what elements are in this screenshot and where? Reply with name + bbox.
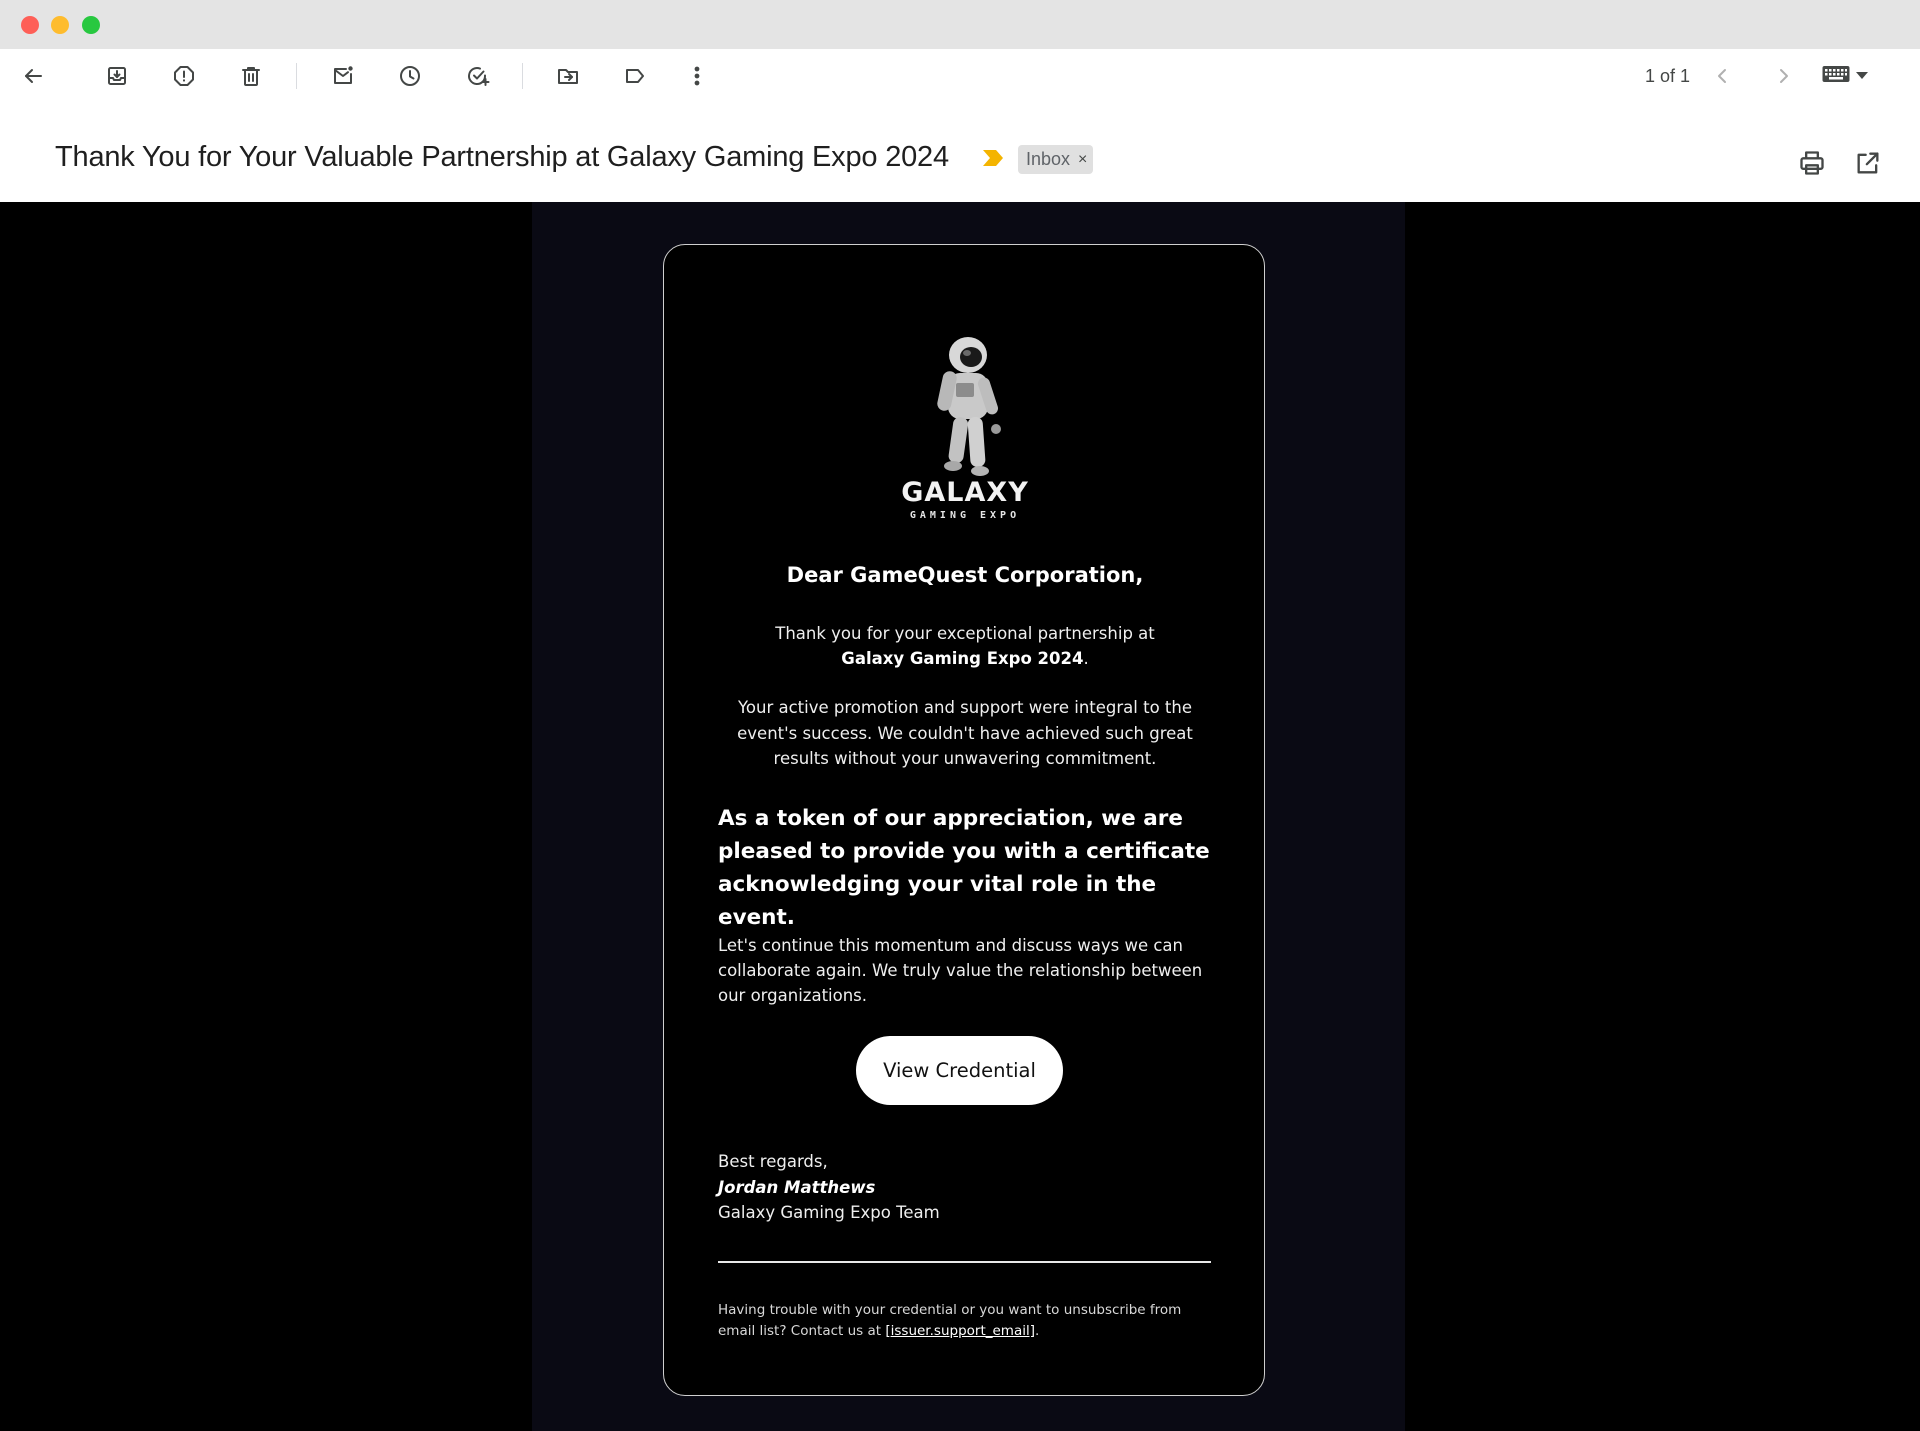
- email-body: GALAXY GAMING EXPO Dear GameQuest Corpor…: [0, 202, 1920, 1431]
- delete-icon[interactable]: [236, 61, 266, 91]
- view-credential-button[interactable]: View Credential: [856, 1036, 1063, 1105]
- close-window-button[interactable]: [21, 16, 39, 34]
- maximize-window-button[interactable]: [82, 16, 100, 34]
- support-email-link[interactable]: [issuer.support_email]: [885, 1323, 1035, 1339]
- window-titlebar: [0, 0, 1920, 49]
- pagination-count: 1 of 1: [1644, 66, 1690, 86]
- intro-paragraph: Thank you for your exceptional partnersh…: [714, 621, 1216, 671]
- galaxy-expo-logo: GALAXY GAMING EXPO: [664, 331, 1266, 521]
- back-arrow-icon[interactable]: [18, 61, 48, 91]
- archive-icon[interactable]: [102, 61, 132, 91]
- toolbar-separator: [296, 63, 297, 89]
- older-chevron-right-icon[interactable]: [1768, 61, 1798, 91]
- keyboard-icon: [1822, 65, 1850, 88]
- logo-subtitle: GAMING EXPO: [909, 510, 1021, 521]
- footer-end: .: [1035, 1323, 1040, 1339]
- print-icon[interactable]: [1798, 149, 1828, 179]
- mark-unread-icon[interactable]: [328, 61, 358, 91]
- report-spam-icon[interactable]: [169, 61, 199, 91]
- label-chip-text: Inbox: [1026, 149, 1071, 169]
- label-icon[interactable]: [620, 61, 650, 91]
- signature-block: Best regards, Jordan Matthews Galaxy Gam…: [718, 1149, 940, 1226]
- email-footer: Having trouble with your credential or y…: [718, 1300, 1218, 1342]
- email-subject: Thank You for Your Valuable Partnership …: [55, 141, 949, 173]
- inbox-label-chip: Inbox ×: [1018, 145, 1094, 174]
- importance-marker-icon[interactable]: [982, 149, 1004, 167]
- minimize-window-button[interactable]: [51, 16, 69, 34]
- collaboration-paragraph: Let's continue this momentum and discuss…: [718, 936, 1203, 1005]
- event-name: Galaxy Gaming Expo 2024: [841, 649, 1084, 668]
- email-toolbar: 1 of 1: [0, 49, 1920, 103]
- astronaut-icon: [937, 337, 1001, 476]
- newer-chevron-left-icon[interactable]: [1708, 61, 1738, 91]
- toolbar-separator: [522, 63, 523, 89]
- logo-title: GALAXY: [901, 477, 1029, 508]
- appreciation-highlight: As a token of our appreciation, we are p…: [718, 806, 1210, 930]
- email-card: GALAXY GAMING EXPO Dear GameQuest Corpor…: [663, 244, 1265, 1396]
- subject-header: Thank You for Your Valuable Partnership …: [0, 103, 1920, 202]
- dropdown-caret-icon: [1856, 67, 1868, 85]
- footer-divider: [718, 1261, 1211, 1263]
- input-tools-button[interactable]: [1822, 61, 1878, 91]
- sender-name: Jordan Matthews: [718, 1177, 876, 1197]
- email-greeting: Dear GameQuest Corporation,: [786, 563, 1144, 587]
- add-task-icon[interactable]: [463, 61, 493, 91]
- sender-team: Galaxy Gaming Expo Team: [718, 1203, 940, 1222]
- move-to-icon[interactable]: [553, 61, 583, 91]
- intro-end: .: [1083, 649, 1089, 668]
- email-content-column: GALAXY GAMING EXPO Dear GameQuest Corpor…: [532, 202, 1405, 1431]
- snooze-icon[interactable]: [395, 61, 425, 91]
- more-vert-icon[interactable]: [682, 61, 712, 91]
- support-paragraph: Your active promotion and support were i…: [737, 698, 1193, 768]
- open-in-new-window-icon[interactable]: [1854, 149, 1884, 179]
- intro-text: Thank you for your exceptional partnersh…: [775, 624, 1155, 643]
- signoff-text: Best regards,: [718, 1152, 828, 1171]
- remove-label-button[interactable]: ×: [1078, 151, 1087, 169]
